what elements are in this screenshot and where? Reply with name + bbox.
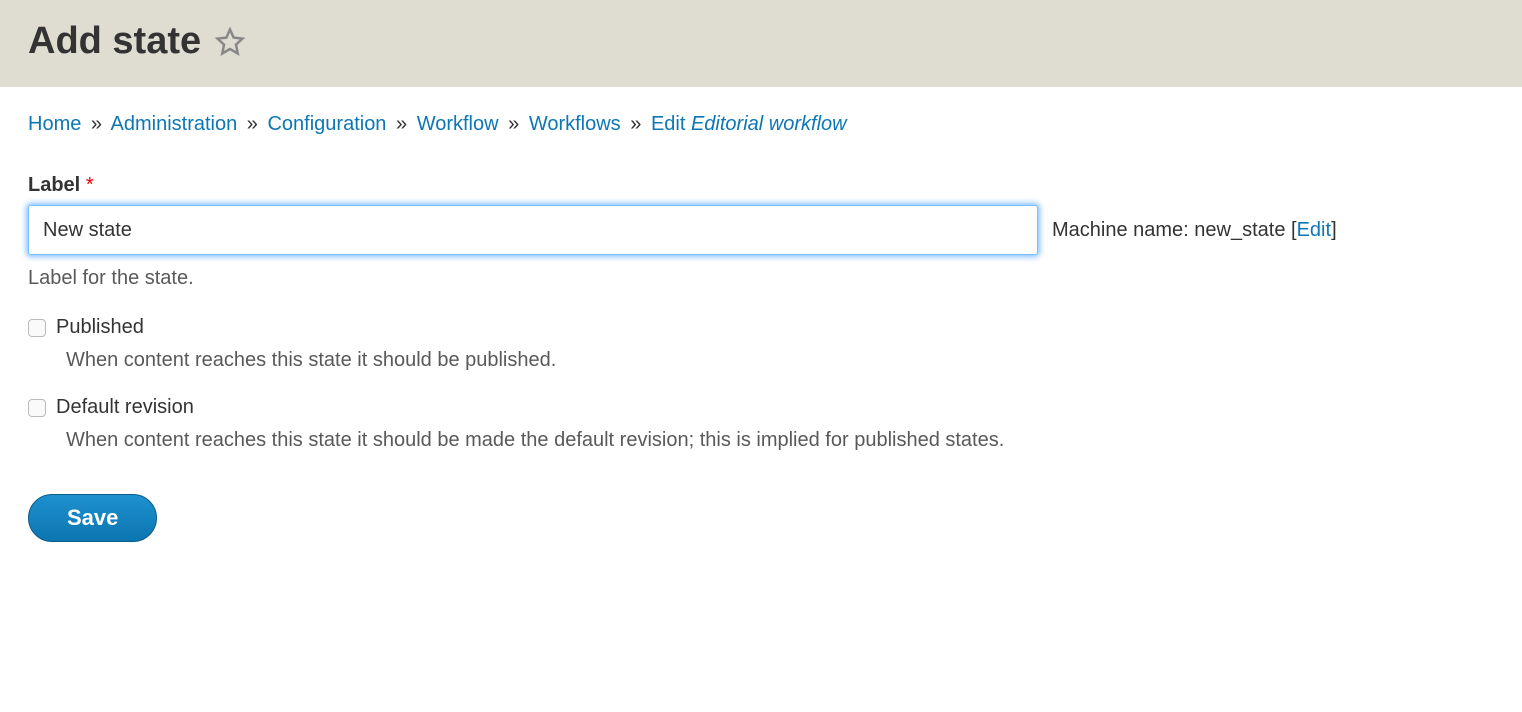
form-item-published: Published When content reaches this stat… (28, 316, 1494, 372)
breadcrumb: Home » Administration » Configuration » … (28, 113, 1494, 136)
breadcrumb-edit-item: Editorial workflow (691, 113, 847, 135)
breadcrumb-administration[interactable]: Administration (111, 113, 238, 135)
breadcrumb-workflow[interactable]: Workflow (417, 113, 499, 135)
label-description: Label for the state. (28, 267, 1494, 290)
breadcrumb-home[interactable]: Home (28, 113, 81, 135)
label-input[interactable] (28, 205, 1038, 255)
breadcrumb-separator: » (396, 113, 407, 135)
breadcrumb-edit-prefix: Edit (651, 113, 691, 135)
page-header: Add state (0, 0, 1522, 87)
breadcrumb-separator: » (508, 113, 519, 135)
label-field-title-text: Label (28, 174, 80, 196)
breadcrumb-configuration[interactable]: Configuration (267, 113, 386, 135)
default-revision-checkbox[interactable] (28, 399, 46, 417)
published-checkbox[interactable] (28, 319, 46, 337)
required-marker: * (86, 174, 94, 196)
default-revision-description: When content reaches this state it shoul… (66, 429, 1494, 452)
breadcrumb-separator: » (91, 113, 102, 135)
machine-name-edit-link[interactable]: Edit (1297, 219, 1331, 241)
save-button[interactable]: Save (28, 494, 157, 542)
published-label[interactable]: Published (56, 316, 144, 339)
default-revision-label[interactable]: Default revision (56, 396, 194, 419)
published-description: When content reaches this state it shoul… (66, 349, 1494, 372)
breadcrumb-separator: » (630, 113, 641, 135)
breadcrumb-workflows[interactable]: Workflows (529, 113, 621, 135)
breadcrumb-edit-workflow[interactable]: Edit Editorial workflow (651, 113, 847, 135)
star-icon[interactable] (215, 27, 245, 57)
form-item-default-revision: Default revision When content reaches th… (28, 396, 1494, 452)
label-field-label: Label * (28, 174, 1494, 197)
form-item-label: Label * Machine name: new_state [Edit] L… (28, 174, 1494, 290)
machine-name-value: new_state (1194, 219, 1285, 241)
page-title: Add state (28, 20, 201, 63)
breadcrumb-separator: » (247, 113, 258, 135)
machine-name-display: Machine name: new_state [Edit] (1052, 219, 1337, 242)
machine-name-label: Machine name: (1052, 219, 1194, 241)
machine-name-edit-wrap: [Edit] (1291, 219, 1337, 241)
page-content: Home » Administration » Configuration » … (0, 87, 1522, 568)
